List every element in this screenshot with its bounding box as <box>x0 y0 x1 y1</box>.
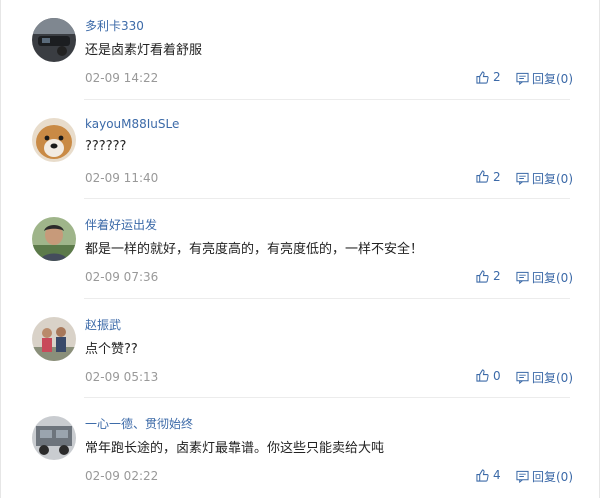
comment-time: 02-09 02:22 <box>85 469 159 483</box>
comment-item: kayouM88IuSLe ?????? 02-09 11:40 2 回复(0) <box>0 100 600 200</box>
truck-avatar[interactable] <box>32 416 76 460</box>
comment-username[interactable]: kayouM88IuSLe <box>85 117 179 131</box>
thumbs-up-icon <box>476 70 489 84</box>
like-button[interactable]: 2 <box>476 170 501 184</box>
reply-button[interactable]: 回复(0) <box>516 70 573 87</box>
reply-button[interactable]: 回复(0) <box>516 170 573 187</box>
reply-label: 回复(0) <box>532 470 573 484</box>
comment-time: 02-09 07:36 <box>85 270 159 284</box>
reply-comment-icon <box>516 72 529 85</box>
comment-list: 多利卡330 还是卤素灯看着舒服 02-09 14:22 2 回复(0) kay… <box>0 0 600 498</box>
comment-item: 赵振武 点个赞?? 02-09 05:13 0 回复(0) <box>0 299 600 399</box>
reply-comment-icon <box>516 371 529 384</box>
like-count: 2 <box>493 70 501 84</box>
reply-button[interactable]: 回复(0) <box>516 369 573 386</box>
thumbs-up-icon <box>476 468 489 482</box>
comment-text: 点个赞?? <box>85 341 138 357</box>
thumbs-up-icon <box>476 269 489 283</box>
like-count: 2 <box>493 269 501 283</box>
comment-item: 多利卡330 还是卤素灯看着舒服 02-09 14:22 2 回复(0) <box>0 0 600 100</box>
like-button[interactable]: 4 <box>476 468 501 482</box>
person-avatar[interactable] <box>32 217 76 261</box>
reply-comment-icon <box>516 470 529 483</box>
comment-item: 一心一德、贯彻始终 常年跑长途的，卤素灯最靠谱。你这些只能卖给大吨 02-09 … <box>0 398 600 498</box>
like-count: 2 <box>493 169 501 184</box>
like-count: 4 <box>493 468 501 482</box>
comment-username[interactable]: 多利卡330 <box>85 17 144 34</box>
comment-username[interactable]: 赵振武 <box>85 316 121 333</box>
comment-time: 02-09 05:13 <box>85 369 159 384</box>
group-photo-avatar[interactable] <box>32 316 76 361</box>
comment-text: 常年跑长途的，卤素灯最靠谱。你这些只能卖给大吨 <box>85 441 385 456</box>
comment-text: 都是一样的就好，有亮度高的，有亮度低的，一样不安全！ <box>85 242 424 257</box>
comment-time: 02-09 14:22 <box>85 71 159 85</box>
comment-item: 伴着好运出发 都是一样的就好，有亮度高的，有亮度低的，一样不安全！ 02-09 … <box>0 199 600 299</box>
reply-button[interactable]: 回复(0) <box>516 468 573 485</box>
reply-label: 回复(0) <box>532 171 573 186</box>
reply-label: 回复(0) <box>532 271 573 285</box>
like-count: 0 <box>493 368 501 383</box>
car-interior-avatar[interactable] <box>32 18 76 62</box>
like-button[interactable]: 2 <box>476 269 501 283</box>
comment-username[interactable]: 一心一德、贯彻始终 <box>85 415 193 432</box>
comment-username[interactable]: 伴着好运出发 <box>85 216 157 233</box>
like-button[interactable]: 2 <box>476 70 501 84</box>
thumbs-up-icon <box>476 170 489 183</box>
reply-label: 回复(0) <box>532 370 573 385</box>
comment-time: 02-09 11:40 <box>85 170 159 185</box>
reply-button[interactable]: 回复(0) <box>516 269 573 286</box>
reply-comment-icon <box>516 271 529 284</box>
like-button[interactable]: 0 <box>476 369 501 383</box>
dog-avatar[interactable] <box>32 117 76 162</box>
reply-label: 回复(0) <box>532 72 573 86</box>
reply-comment-icon <box>516 172 529 185</box>
thumbs-up-icon <box>476 369 489 382</box>
comment-text: ?????? <box>85 138 127 154</box>
comment-text: 还是卤素灯看着舒服 <box>85 43 203 58</box>
